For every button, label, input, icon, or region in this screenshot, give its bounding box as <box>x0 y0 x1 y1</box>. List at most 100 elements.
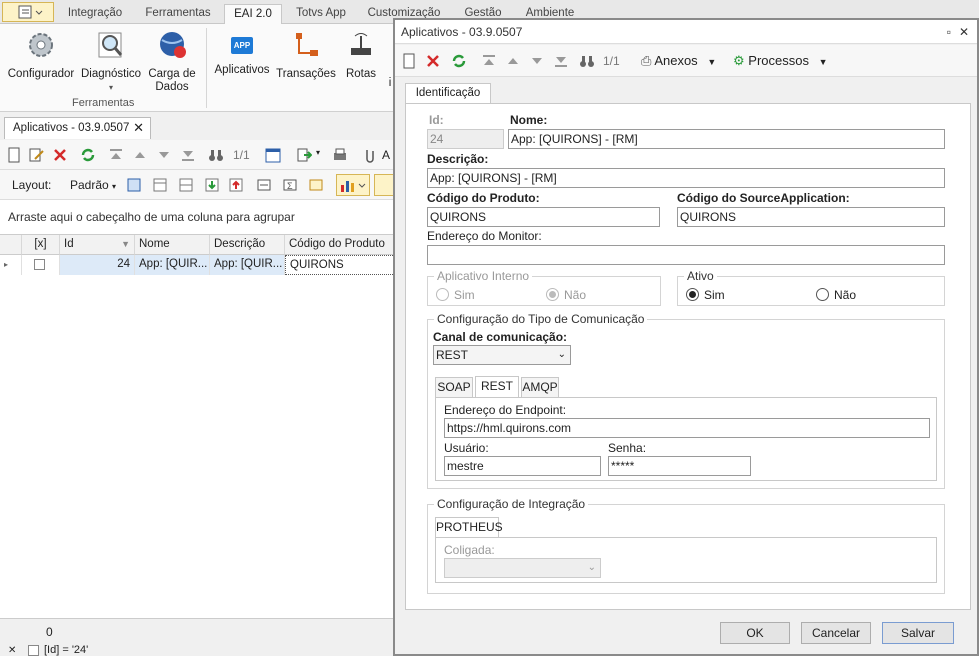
last-record-icon[interactable] <box>553 53 569 69</box>
column-header-descricao[interactable]: Descrição <box>210 235 285 255</box>
last-record-icon[interactable] <box>180 147 196 163</box>
cell-codigo[interactable]: QUIRONS <box>285 255 395 275</box>
ok-button[interactable]: OK <box>720 622 790 644</box>
column-header-nome[interactable]: Nome <box>135 235 210 255</box>
tab-eai[interactable]: EAI 2.0 <box>224 4 282 24</box>
codigo-produto-label: Código do Produto: <box>427 191 540 205</box>
ativo-sim-radio[interactable] <box>686 288 699 301</box>
column-header-id[interactable]: Id ▼ <box>60 235 135 255</box>
processos-dropdown[interactable]: ⚙ Processos ▼ <box>733 50 828 72</box>
clear-filter-icon[interactable]: ✕ <box>8 645 16 656</box>
new-icon[interactable] <box>6 147 22 163</box>
layout-remove-icon[interactable] <box>228 177 244 193</box>
formula-icon[interactable]: Σ <box>282 177 298 193</box>
nome-label: Nome: <box>510 113 548 127</box>
refresh-icon[interactable] <box>451 53 467 69</box>
coligada-label: Coligada: <box>444 543 495 557</box>
next-record-icon[interactable] <box>529 53 545 69</box>
tab-rest[interactable]: REST <box>475 376 519 397</box>
tab-amqp[interactable]: AMQP <box>521 377 559 397</box>
id-label: Id: <box>429 113 444 127</box>
first-record-icon[interactable] <box>108 147 124 163</box>
layout-dropdown[interactable]: Padrão ▾ <box>70 178 116 192</box>
tab-protheus[interactable]: PROTHEUS <box>435 517 503 538</box>
previous-record-icon[interactable] <box>132 147 148 163</box>
tab-totvs-app[interactable]: Totvs App <box>288 4 354 24</box>
edit-icon[interactable] <box>28 147 44 163</box>
descricao-field[interactable]: App: [QUIRONS] - [RM] <box>427 168 945 188</box>
cell-descricao[interactable]: App: [QUIR... <box>210 255 285 275</box>
group-by-area[interactable]: Arraste aqui o cabeçalho de uma coluna p… <box>0 200 395 234</box>
usuario-field[interactable]: mestre <box>444 456 601 476</box>
globe-icon <box>160 32 186 58</box>
layout-save-icon[interactable] <box>126 177 142 193</box>
tab-ferramentas[interactable]: Ferramentas <box>138 4 218 24</box>
aplicativo-interno-group: Aplicativo Interno Sim Não <box>427 269 661 306</box>
tab-identificacao[interactable]: Identificação <box>405 83 491 104</box>
svg-text:Σ: Σ <box>287 181 293 191</box>
view-toggle[interactable] <box>374 174 394 196</box>
document-tab[interactable]: Aplicativos - 03.9.0507 ✕ <box>4 117 151 139</box>
magnifier-icon <box>98 32 123 58</box>
restore-icon[interactable]: ▫ <box>947 20 951 44</box>
tab-integracao[interactable]: Integração <box>58 4 132 24</box>
chart-dropdown[interactable] <box>336 174 370 196</box>
descricao-label: Descrição: <box>427 152 489 166</box>
close-icon[interactable]: ✕ <box>959 20 969 44</box>
layout-grid-icon[interactable] <box>178 177 194 193</box>
record-count: 0 <box>46 625 53 639</box>
anexos-dropdown[interactable]: ⎙ Anexos ▼ <box>641 50 716 72</box>
codigo-source-field[interactable]: QUIRONS <box>677 207 945 227</box>
monitor-field[interactable] <box>427 245 945 265</box>
aplicativos-dialog: Aplicativos - 03.9.0507 ▫ ✕ 1/1 ⎙ Anexos… <box>393 18 979 656</box>
export-icon[interactable] <box>296 147 312 163</box>
carga-dados-button[interactable]: Carga de Dados <box>144 24 200 94</box>
delete-icon[interactable] <box>425 53 441 69</box>
chevron-down-icon[interactable]: ▾ <box>316 148 320 157</box>
nome-field[interactable]: App: [QUIRONS] - [RM] <box>508 129 945 149</box>
filter-icon[interactable]: ▼ <box>121 235 130 253</box>
config-integracao-group: Configuração de Integração PROTHEUS Coli… <box>427 497 945 594</box>
layout-import-icon[interactable] <box>204 177 220 193</box>
codigo-source-label: Código do SourceApplication: <box>677 191 850 205</box>
file-menu-button[interactable] <box>2 2 54 22</box>
row-checkbox[interactable] <box>22 255 60 275</box>
delete-icon[interactable] <box>52 147 68 163</box>
save-button[interactable]: Salvar <box>882 622 954 644</box>
configurador-button[interactable]: Configurador <box>6 24 76 81</box>
next-record-icon[interactable] <box>156 147 172 163</box>
cancel-button[interactable]: Cancelar <box>801 622 871 644</box>
cell-nome[interactable]: App: [QUIR... <box>135 255 210 275</box>
previous-record-icon[interactable] <box>505 53 521 69</box>
chevron-down-icon: ▼ <box>707 57 717 67</box>
first-record-icon[interactable] <box>481 53 497 69</box>
refresh-icon[interactable] <box>80 147 96 163</box>
filter-icon[interactable] <box>256 177 272 193</box>
close-icon[interactable]: ✕ <box>133 118 144 138</box>
layout-columns-icon[interactable] <box>152 177 168 193</box>
column-header-select[interactable]: [x] <box>22 235 60 255</box>
endpoint-field[interactable]: https://hml.quirons.com <box>444 418 930 438</box>
coligada-select: ⌄ <box>444 558 601 578</box>
tab-soap[interactable]: SOAP <box>435 377 473 397</box>
filter-checkbox[interactable] <box>28 645 39 656</box>
aplicativos-button[interactable]: APP Aplicativos <box>212 24 272 77</box>
cell-id[interactable]: 24 <box>60 255 135 275</box>
canal-select[interactable]: REST ⌄ <box>433 345 571 365</box>
dialog-toolbar: 1/1 ⎙ Anexos ▼ ⚙ Processos ▼ <box>395 45 977 77</box>
new-icon[interactable] <box>401 53 417 69</box>
diagnostico-button[interactable]: Diagnóstico ▾ <box>80 24 142 94</box>
calendar-icon[interactable] <box>265 147 281 163</box>
attachment-icon[interactable] <box>362 147 378 163</box>
binoculars-icon[interactable] <box>579 53 595 69</box>
column-header-codigo-produto[interactable]: Código do Produto <box>285 235 395 255</box>
transacoes-button[interactable]: Transações <box>276 24 336 81</box>
rotas-button[interactable]: Rotas <box>340 24 382 81</box>
highlight-icon[interactable] <box>308 177 324 193</box>
binoculars-icon[interactable] <box>208 147 224 163</box>
process-gear-icon: ⚙ <box>733 53 745 68</box>
print-icon[interactable] <box>332 147 348 163</box>
senha-field[interactable]: ***** <box>608 456 751 476</box>
ativo-nao-radio[interactable] <box>816 288 829 301</box>
codigo-produto-field[interactable]: QUIRONS <box>427 207 660 227</box>
